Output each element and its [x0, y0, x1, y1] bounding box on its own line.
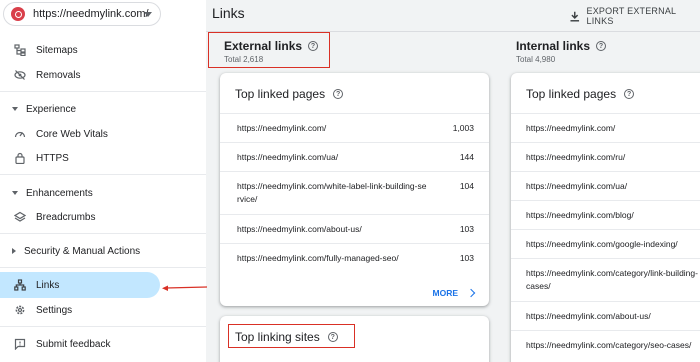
row-count: 103	[459, 224, 474, 234]
sidebar-item-label: Sitemaps	[36, 44, 78, 56]
sidebar-item-submit-feedback[interactable]: Submit feedback	[0, 332, 160, 356]
site-logo-icon	[11, 7, 25, 21]
sidebar-item-label: Breadcrumbs	[36, 211, 96, 223]
more-label: MORE	[432, 288, 459, 298]
more-button[interactable]: MORE	[432, 288, 476, 298]
highlight-box	[228, 324, 355, 348]
row-url: https://needmylink.com/	[237, 123, 327, 133]
row-url: https://needmylink.com/fully-managed-seo…	[237, 253, 399, 263]
export-external-links-button[interactable]: EXPORT EXTERNAL LINKS	[570, 6, 700, 26]
sitemap-icon	[14, 44, 26, 56]
table-row[interactable]: https://needmylink.com/fully-managed-seo…	[220, 243, 489, 272]
section-label: Enhancements	[26, 187, 93, 199]
card-title: Top linked pages ?	[526, 87, 635, 101]
section-enhancements[interactable]: Enhancements	[0, 182, 200, 204]
expand-icon	[12, 191, 18, 195]
section-experience[interactable]: Experience	[0, 98, 200, 120]
sidebar-item-settings[interactable]: Settings	[0, 298, 160, 322]
gauge-icon	[14, 128, 26, 140]
annotation-arrow	[162, 285, 208, 291]
row-url: https://needmylink.com/	[526, 123, 616, 133]
property-selector[interactable]: https://needmylink.com/	[3, 2, 161, 26]
external-top-linked-pages-card: Top linked pages ? https://needmylink.co…	[220, 73, 489, 306]
external-links-title: External links ?	[224, 39, 319, 53]
feedback-icon	[14, 338, 26, 350]
page-title: Links	[212, 5, 245, 21]
sidebar-item-label: Core Web Vitals	[36, 128, 108, 140]
row-count: 104	[459, 181, 474, 191]
sidebar-item-label: Removals	[36, 69, 81, 81]
row-url: https://needmylink.com/about-us/	[526, 311, 651, 321]
row-count: 103	[459, 253, 474, 263]
table-row[interactable]: https://needmylink.com/about-us/	[511, 301, 700, 330]
help-icon[interactable]: ?	[333, 89, 344, 99]
collapse-icon	[12, 248, 16, 254]
sidebar-item-label: Links	[36, 279, 60, 291]
table-row[interactable]: https://needmylink.com/category/seo-case…	[511, 330, 700, 359]
layers-icon	[14, 211, 26, 223]
row-url: https://needmylink.com/ua/	[526, 181, 628, 191]
section-security[interactable]: Security & Manual Actions	[0, 240, 200, 262]
sidebar: https://needmylink.com/ Sitemaps Removal…	[0, 0, 206, 362]
card-title-text: Top linked pages	[526, 87, 617, 101]
download-icon	[570, 11, 580, 22]
card-title: Top linked pages ?	[235, 87, 344, 101]
internal-links-title: Internal links ?	[516, 39, 607, 53]
row-url: https://needmylink.com/category/seo-case…	[526, 340, 692, 350]
table-row[interactable]: https://needmylink.com/google-indexing/	[511, 229, 700, 258]
help-icon[interactable]: ?	[624, 89, 635, 99]
divider	[0, 91, 206, 92]
table-row[interactable]: https://needmylink.com/	[511, 113, 700, 142]
external-links-heading: External links	[224, 39, 303, 53]
sidebar-item-sitemaps[interactable]: Sitemaps	[0, 38, 160, 62]
sidebar-item-removals[interactable]: Removals	[0, 63, 160, 87]
divider	[0, 267, 206, 268]
divider	[0, 326, 206, 327]
row-url: https://needmylink.com/blog/	[526, 210, 634, 220]
sidebar-item-https[interactable]: HTTPS	[0, 146, 160, 170]
sidebar-item-links[interactable]: Links	[0, 272, 160, 298]
row-count: 1,003	[452, 123, 474, 133]
table-row[interactable]: https://needmylink.com/about-us/ 103	[220, 214, 489, 243]
row-url: https://needmylink.com/about-us/	[237, 224, 362, 234]
export-label: EXPORT EXTERNAL LINKS	[586, 6, 676, 26]
expand-icon	[12, 107, 18, 111]
external-links-total: Total 2,618	[224, 55, 264, 64]
help-icon[interactable]: ?	[308, 41, 319, 51]
sidebar-item-core-web-vitals[interactable]: Core Web Vitals	[0, 122, 160, 146]
divider	[0, 174, 206, 175]
internal-links-total: Total 4,980	[516, 55, 556, 64]
section-label: Experience	[26, 103, 77, 115]
row-url: https://needmylink.com/ru/	[526, 152, 626, 162]
sidebar-item-label: Submit feedback	[36, 338, 111, 350]
chevron-down-icon[interactable]	[144, 12, 152, 17]
row-url: https://needmylink.com/category/link-bui…	[526, 268, 698, 291]
table-row[interactable]: https://needmylink.com/ua/ 144	[220, 142, 489, 171]
table-row[interactable]: https://needmylink.com/ 1,003	[220, 113, 489, 142]
help-icon[interactable]: ?	[596, 41, 607, 51]
internal-links-heading: Internal links	[516, 39, 591, 53]
row-url: https://needmylink.com/ua/	[237, 152, 339, 162]
sidebar-item-label: Settings	[36, 304, 73, 316]
sidebar-item-breadcrumbs[interactable]: Breadcrumbs	[0, 205, 160, 229]
gear-icon	[14, 304, 26, 316]
lock-icon	[14, 152, 26, 164]
table-row[interactable]: https://needmylink.com/ua/	[511, 171, 700, 200]
eye-off-icon	[14, 69, 26, 81]
table-row[interactable]: https://needmylink.com/blog/	[511, 200, 700, 229]
internal-top-linked-pages-card: Top linked pages ? https://needmylink.co…	[511, 73, 700, 362]
network-icon	[14, 279, 26, 291]
row-count: 144	[459, 152, 474, 162]
row-url: https://needmylink.com/google-indexing/	[526, 239, 678, 249]
row-url: https://needmylink.com/white-label-link-…	[237, 181, 427, 204]
sidebar-item-label: HTTPS	[36, 152, 69, 164]
card-title-text: Top linked pages	[235, 87, 326, 101]
section-label: Security & Manual Actions	[24, 245, 141, 257]
property-url: https://needmylink.com/	[33, 8, 149, 20]
divider	[0, 233, 206, 234]
table-row[interactable]: https://needmylink.com/category/link-bui…	[511, 258, 700, 301]
table-row[interactable]: https://needmylink.com/ru/	[511, 142, 700, 171]
table-row[interactable]: https://needmylink.com/white-label-link-…	[220, 171, 489, 214]
chevron-right-icon	[466, 288, 476, 298]
